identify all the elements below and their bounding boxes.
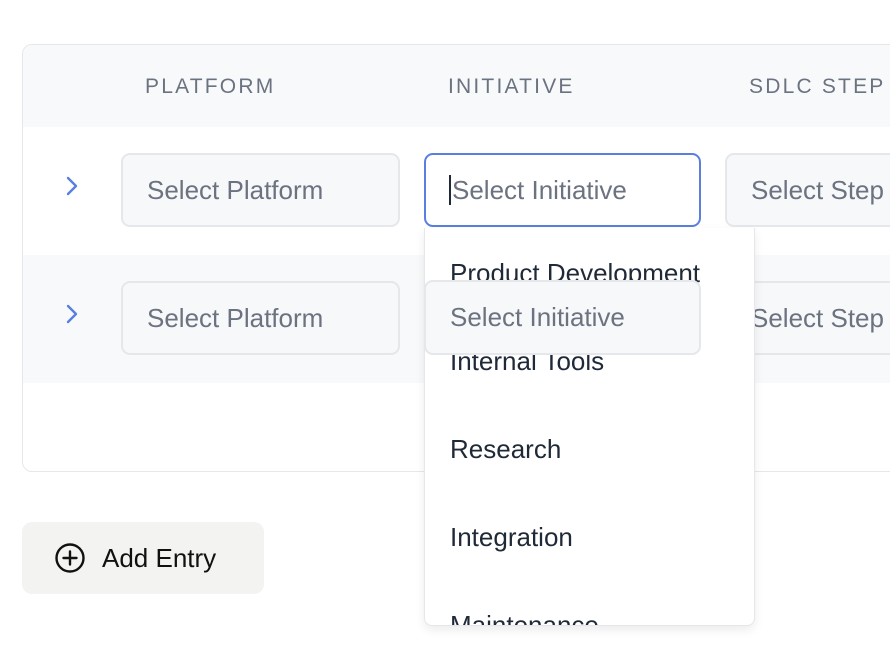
platform-select-placeholder: Select Platform [147, 174, 324, 205]
column-header-initiative: INITIATIVE [448, 75, 575, 98]
plus-circle-icon [55, 543, 85, 573]
dropdown-option[interactable]: Integration [450, 522, 573, 553]
table-header: PLATFORM INITIATIVE SDLC STEP [23, 45, 890, 127]
column-header-sdlc-step: SDLC STEP [749, 75, 886, 98]
initiative-select-placeholder: Select Initiative [450, 302, 625, 332]
sdlc-step-select[interactable]: Select Step [725, 153, 890, 227]
add-entry-label: Add Entry [102, 542, 217, 573]
platform-select-placeholder: Select Platform [147, 302, 324, 333]
chevron-right-icon [66, 176, 78, 196]
dropdown-option[interactable]: Research [450, 434, 561, 465]
initiative-select[interactable]: Select Initiative [424, 153, 701, 227]
sdlc-step-select-placeholder: Select Step [751, 174, 884, 205]
expand-row-button[interactable] [59, 301, 85, 327]
column-header-platform: PLATFORM [145, 75, 276, 98]
initiative-select[interactable]: Select Initiative [424, 280, 701, 355]
platform-select[interactable]: Select Platform [121, 153, 400, 227]
add-entry-button[interactable]: Add Entry [22, 522, 264, 594]
platform-select[interactable]: Select Platform [121, 281, 400, 355]
dropdown-option[interactable]: Maintenance [450, 610, 599, 625]
chevron-right-icon [66, 304, 78, 324]
expand-row-button[interactable] [59, 173, 85, 199]
sdlc-step-select-placeholder: Select Step [751, 302, 884, 333]
text-caret [449, 175, 451, 205]
initiative-select-placeholder: Select Initiative [452, 174, 627, 205]
